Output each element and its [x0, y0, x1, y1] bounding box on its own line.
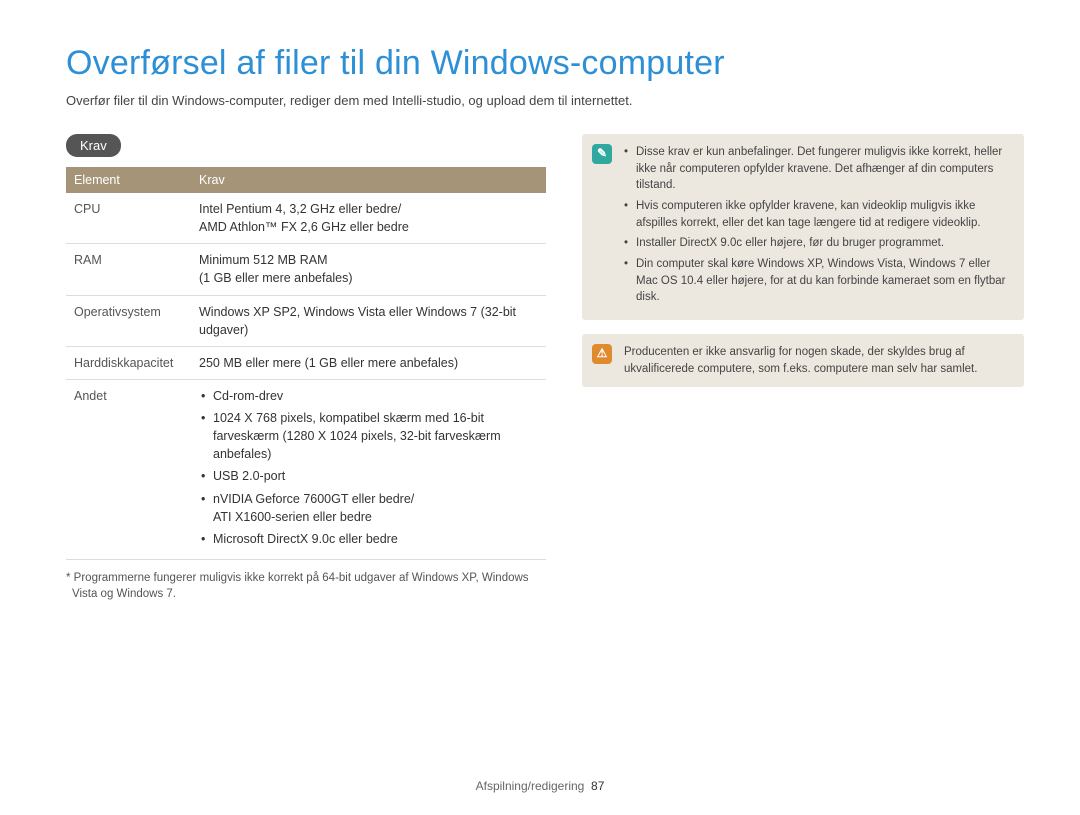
list-item: nVIDIA Geforce 7600GT eller bedre/ATI X1…: [201, 490, 538, 526]
cell-label: RAM: [66, 244, 191, 295]
requirements-table: Element Krav CPU Intel Pentium 4, 3,2 GH…: [66, 167, 546, 560]
table-row: Andet Cd-rom-drev 1024 X 768 pixels, kom…: [66, 379, 546, 559]
list-item: Din computer skal køre Windows XP, Windo…: [624, 256, 1010, 306]
list-item: Microsoft DirectX 9.0c eller bedre: [201, 530, 538, 548]
left-column: Krav Element Krav CPU Intel Pentium 4, 3…: [66, 134, 546, 602]
cell-label: CPU: [66, 193, 191, 244]
list-item: Disse krav er kun anbefalinger. Det fung…: [624, 144, 1010, 194]
cell-value: Intel Pentium 4, 3,2 GHz eller bedre/AMD…: [191, 193, 546, 244]
footer-section: Afspilning/redigering: [476, 779, 585, 793]
list-item: USB 2.0-port: [201, 467, 538, 485]
footer-page-number: 87: [591, 779, 604, 793]
requirements-pill: Krav: [66, 134, 121, 157]
cell-label: Harddiskkapacitet: [66, 346, 191, 379]
list-item: Cd-rom-drev: [201, 387, 538, 405]
warning-text: Producenten er ikke ansvarlig for nogen …: [624, 344, 1010, 377]
cell-value: Cd-rom-drev 1024 X 768 pixels, kompatibe…: [191, 379, 546, 559]
warning-callout: ⚠ Producenten er ikke ansvarlig for noge…: [582, 334, 1024, 387]
th-element: Element: [66, 167, 191, 193]
note-icon: ✎: [592, 144, 612, 164]
cell-value: Minimum 512 MB RAM(1 GB eller mere anbef…: [191, 244, 546, 295]
footnote: * Programmerne fungerer muligvis ikke ko…: [66, 570, 546, 602]
cell-value: Windows XP SP2, Windows Vista eller Wind…: [191, 295, 546, 346]
list-item: Installer DirectX 9.0c eller højere, før…: [624, 235, 1010, 252]
cell-label: Operativsystem: [66, 295, 191, 346]
table-row: Harddiskkapacitet 250 MB eller mere (1 G…: [66, 346, 546, 379]
list-item: Hvis computeren ikke opfylder kravene, k…: [624, 198, 1010, 231]
th-krav: Krav: [191, 167, 546, 193]
page-title: Overførsel af filer til din Windows-comp…: [66, 44, 1024, 83]
cell-label: Andet: [66, 379, 191, 559]
table-row: CPU Intel Pentium 4, 3,2 GHz eller bedre…: [66, 193, 546, 244]
page-footer: Afspilning/redigering 87: [0, 779, 1080, 793]
warning-icon: ⚠: [592, 344, 612, 364]
table-row: RAM Minimum 512 MB RAM(1 GB eller mere a…: [66, 244, 546, 295]
intro-text: Overfør filer til din Windows-computer, …: [66, 93, 1024, 108]
cell-value: 250 MB eller mere (1 GB eller mere anbef…: [191, 346, 546, 379]
right-column: ✎ Disse krav er kun anbefalinger. Det fu…: [582, 134, 1024, 602]
info-callout: ✎ Disse krav er kun anbefalinger. Det fu…: [582, 134, 1024, 320]
list-item: 1024 X 768 pixels, kompatibel skærm med …: [201, 409, 538, 463]
table-row: Operativsystem Windows XP SP2, Windows V…: [66, 295, 546, 346]
